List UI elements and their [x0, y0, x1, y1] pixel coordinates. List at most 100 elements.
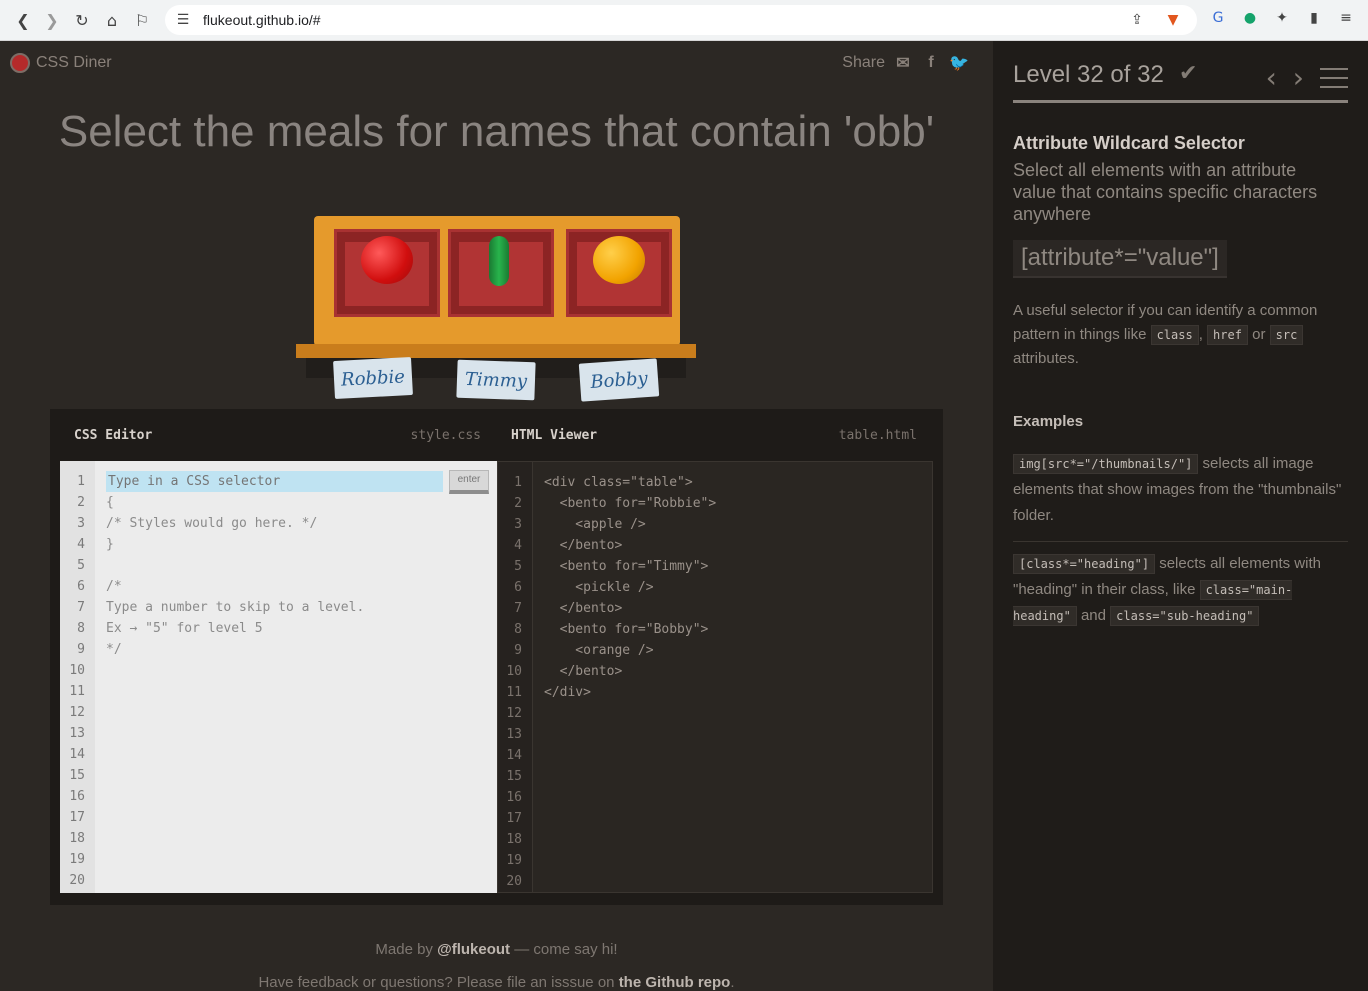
hint-suffix: attributes. — [1013, 350, 1079, 367]
enter-button[interactable]: enter — [449, 470, 489, 494]
footer-feedback: Have feedback or questions? Please file … — [0, 974, 993, 991]
code-line: Ex → "5" for level 5 — [106, 621, 263, 636]
line-number: 3 — [77, 516, 85, 531]
made-by-prefix: Made by — [375, 941, 438, 958]
line-number: 10 — [506, 664, 522, 679]
menu-icon[interactable]: ≡ — [1336, 8, 1356, 28]
previous-level-icon[interactable]: ‹ — [1266, 61, 1277, 94]
address-bar[interactable]: ☰ flukeout.github.io/# ⇪ ▼ — [165, 5, 1197, 35]
line-number: 2 — [514, 496, 522, 511]
html-viewer-header: HTML Viewer table.html — [497, 409, 933, 461]
made-by-suffix: — come say hi! — [510, 941, 618, 958]
email-icon[interactable]: ✉ — [893, 53, 913, 73]
orange-item[interactable] — [593, 236, 645, 284]
logo[interactable]: CSS Diner — [10, 53, 112, 73]
html-code: <div class="table"> <bento for="Robbie">… — [544, 472, 926, 703]
bento-timmy[interactable] — [448, 229, 554, 317]
code-line: <div class="table"> — [544, 475, 693, 490]
name-tag-timmy: Timmy — [456, 359, 536, 401]
css-editor-title: CSS Editor — [74, 427, 153, 443]
logo-text: CSS Diner — [36, 54, 112, 71]
level-title: Level 32 of 32 — [1013, 61, 1164, 88]
sidebar-toggle-icon[interactable]: ▮ — [1304, 8, 1324, 28]
facebook-icon[interactable]: f — [921, 53, 941, 73]
line-number: 12 — [506, 706, 522, 721]
browser-toolbar: ❮ ❯ ↻ ⌂ ⚐ ☰ flukeout.github.io/# ⇪ ▼ G ●… — [0, 0, 1368, 41]
line-number: 3 — [514, 517, 522, 532]
hint-code-src: src — [1269, 325, 1304, 345]
back-icon[interactable]: ❮ — [8, 5, 38, 35]
example-1-code: img[src*="/thumbnails/"] — [1013, 454, 1199, 474]
name-tag-robbie: Robbie — [333, 356, 413, 400]
code-line: </div> — [544, 685, 591, 700]
selector-name: Attribute Wildcard Selector — [1013, 133, 1245, 153]
feedback-prefix: Have feedback or questions? Please file … — [258, 974, 619, 991]
share-bar: Share ✉ f 🐦 — [842, 53, 969, 73]
selector-syntax: [attribute*="value"] — [1013, 240, 1227, 278]
level-menu-icon[interactable] — [1320, 66, 1348, 90]
css-selector-input[interactable] — [106, 471, 443, 492]
line-number: 10 — [69, 663, 85, 678]
line-number: 5 — [77, 558, 85, 573]
twitter-icon[interactable]: 🐦 — [949, 53, 969, 73]
line-number: 8 — [77, 621, 85, 636]
code-line: <apple /> — [544, 517, 646, 532]
bento-bobby[interactable] — [566, 229, 672, 317]
flukeout-link[interactable]: @flukeout — [437, 941, 510, 958]
code-line: <bento for="Bobby"> — [544, 622, 709, 637]
brave-shield-icon[interactable]: ▼ — [1163, 10, 1183, 30]
line-number: 8 — [514, 622, 522, 637]
next-level-icon[interactable]: › — [1293, 61, 1304, 94]
line-number: 13 — [506, 727, 522, 742]
level-sidebar: Level 32 of 32 ✔ ‹ › Attribute Wildcard … — [993, 41, 1368, 991]
forward-icon[interactable]: ❯ — [37, 5, 67, 35]
grammarly-icon[interactable]: ● — [1240, 8, 1260, 28]
dining-table: Robbie Timmy Bobby — [296, 216, 696, 402]
example-1: img[src*="/thumbnails/"] selects all ima… — [1013, 451, 1348, 529]
code-line: <bento for="Timmy"> — [544, 559, 709, 574]
footer-made-by: Made by @flukeout — come say hi! — [0, 941, 993, 958]
extensions-icon[interactable]: ✦ — [1272, 8, 1292, 28]
examples-title: Examples — [1013, 413, 1084, 430]
line-number: 4 — [77, 537, 85, 552]
selector-title: Select all elements with an attribute va… — [1013, 160, 1318, 224]
level-progress-bar — [1013, 100, 1348, 103]
html-viewer-title: HTML Viewer — [511, 427, 598, 443]
translate-icon[interactable]: G — [1208, 8, 1228, 28]
code-line: /* — [106, 579, 122, 594]
line-number: 15 — [69, 768, 85, 783]
share-page-icon[interactable]: ⇪ — [1127, 10, 1147, 30]
line-number: 12 — [69, 705, 85, 720]
bookmark-icon[interactable]: ⚐ — [127, 5, 157, 35]
code-line: Type a number to skip to a level. — [106, 600, 365, 615]
code-line: /* Styles would go here. */ — [106, 516, 318, 531]
css-code: {/* Styles would go here. */} /* Type a nu… — [106, 471, 491, 660]
css-editor-file: style.css — [410, 427, 481, 443]
order-instruction: Select the meals for names that contain … — [58, 107, 935, 156]
code-line: </bento> — [544, 601, 623, 616]
code-line: } — [106, 537, 114, 552]
checkmark-icon: ✔ — [1179, 61, 1198, 86]
code-line: </bento> — [544, 664, 623, 679]
home-icon[interactable]: ⌂ — [97, 5, 127, 35]
line-number: 6 — [77, 579, 85, 594]
feedback-suffix: . — [730, 974, 735, 991]
line-number: 13 — [69, 726, 85, 741]
pickle-item[interactable] — [489, 236, 509, 286]
example-2-and: and — [1076, 607, 1111, 624]
code-line: */ — [106, 642, 122, 657]
game-area: CSS Diner Share ✉ f 🐦 Select the meals f… — [0, 41, 993, 991]
reload-icon[interactable]: ↻ — [67, 5, 97, 35]
code-line: <pickle /> — [544, 580, 654, 595]
bento-robbie[interactable] — [334, 229, 440, 317]
apple-item[interactable] — [361, 236, 413, 284]
line-number: 19 — [506, 853, 522, 868]
line-number: 11 — [506, 685, 522, 700]
line-number: 18 — [69, 831, 85, 846]
name-tag-bobby: Bobby — [578, 358, 660, 402]
line-number: 5 — [514, 559, 522, 574]
github-repo-link[interactable]: the Github repo — [619, 974, 731, 991]
html-line-numbers: 1 2 3 4 5 6 7 8 9 10 11 12 13 14 15 16 17 18 19 20 — [498, 462, 533, 892]
site-info-icon[interactable]: ☰ — [173, 10, 193, 30]
table-front — [296, 344, 696, 358]
